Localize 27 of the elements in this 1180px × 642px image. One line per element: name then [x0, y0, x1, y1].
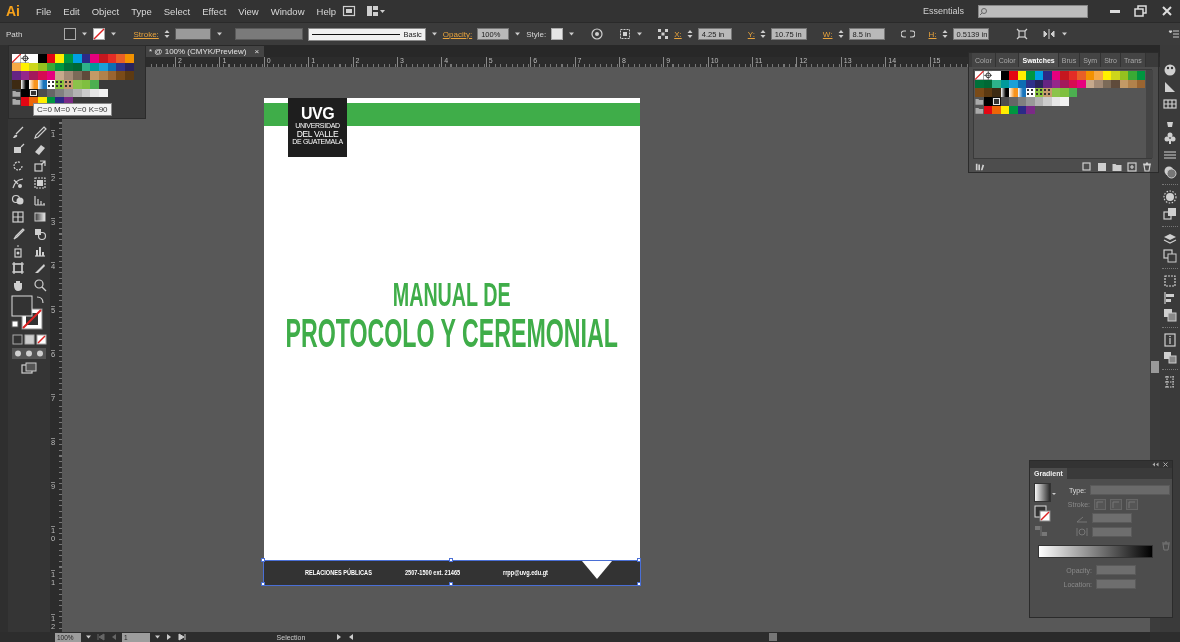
menu-item[interactable]: View	[232, 5, 265, 17]
menu-item[interactable]: Help	[310, 5, 343, 17]
document-tab[interactable]: * @ 100% (CMYK/Preview) ×	[144, 46, 265, 57]
selection-type-label: Path	[6, 29, 23, 39]
opacity-label[interactable]: Opacity:	[442, 29, 473, 39]
menu-item[interactable]: Object	[85, 5, 126, 17]
cover-title: PROTOCOLO Y CEREMONIAL	[285, 315, 619, 351]
logo-text: DEL VALLE	[296, 129, 339, 138]
menu-item[interactable]: Effect	[196, 5, 233, 17]
tab-close-button[interactable]: ×	[254, 47, 260, 56]
stroke-label[interactable]: Stroke:	[133, 29, 159, 39]
menu-item[interactable]: Select	[157, 5, 197, 17]
workspace-switcher[interactable]: Essentials	[922, 6, 964, 16]
menu-item[interactable]: Edit	[57, 5, 86, 17]
tooltip: C=0 M=0 Y=0 K=90	[33, 103, 112, 116]
width-label[interactable]: W:	[822, 29, 833, 39]
app-logo: Ai	[6, 3, 20, 19]
cover-title: MANUAL DE	[393, 279, 511, 309]
document-title: * @ 100% (CMYK/Preview)	[149, 47, 247, 56]
height-label[interactable]: H:	[928, 29, 937, 39]
menu-item[interactable]: Type	[125, 5, 158, 17]
menu-item[interactable]: File	[30, 5, 58, 17]
logo-initials: UVG	[300, 106, 335, 122]
menu-item[interactable]: Window	[264, 5, 311, 17]
y-label[interactable]: Y:	[747, 29, 755, 39]
x-label[interactable]: X:	[674, 29, 682, 39]
style-label: Style:	[526, 29, 547, 39]
